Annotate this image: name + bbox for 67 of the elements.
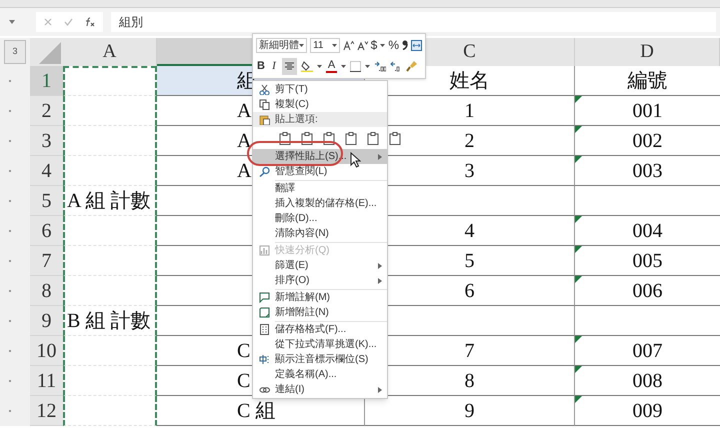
cell-text: 007 xyxy=(632,338,662,364)
align-center-button[interactable] xyxy=(282,58,297,74)
comment-icon xyxy=(258,292,270,303)
menu-item[interactable]: 新增附註(N) xyxy=(253,305,387,320)
format-cells-icon xyxy=(258,324,270,335)
paintbrush-icon xyxy=(406,60,418,72)
column-header[interactable]: D xyxy=(575,38,720,66)
paste-formatting-icon xyxy=(367,132,379,144)
cell-text: 編號 xyxy=(628,68,668,94)
row-header[interactable]: 5 xyxy=(30,186,63,216)
caret-icon xyxy=(380,44,386,46)
caret-icon xyxy=(332,44,337,46)
check-icon xyxy=(64,18,73,26)
align-center-icon xyxy=(285,62,294,70)
percent-button[interactable]: % xyxy=(388,39,399,51)
outline-level-button[interactable]: 3 xyxy=(4,40,26,64)
cell-text: 001 xyxy=(632,98,662,124)
paste-transpose-icon xyxy=(345,132,357,144)
row-header[interactable]: 4 xyxy=(30,156,63,186)
borders-icon xyxy=(350,60,361,72)
increase-decimal-icon xyxy=(374,60,386,72)
cell-text: 008 xyxy=(632,368,662,394)
font-size-dropdown[interactable]: 11 xyxy=(310,38,340,52)
scissors-icon xyxy=(258,84,270,95)
fill-color-icon xyxy=(301,60,313,72)
copy-icon xyxy=(258,99,270,110)
row-header[interactable]: 7 xyxy=(30,246,63,276)
row-header[interactable]: 6 xyxy=(30,216,63,246)
menu-section-label: 貼上選項: xyxy=(275,112,318,127)
cell-text: 006 xyxy=(632,278,662,304)
table-cell: B 組 計數 xyxy=(63,306,157,336)
note-icon xyxy=(258,307,270,318)
row-header[interactable]: 10 xyxy=(30,336,63,366)
row-header[interactable]: 2 xyxy=(30,96,63,126)
caret-icon xyxy=(299,44,304,46)
cell-text: 005 xyxy=(632,248,662,274)
font-name-dropdown[interactable]: 新細明體 xyxy=(256,38,308,52)
merge-cells-icon xyxy=(411,40,422,50)
cell-text: 004 xyxy=(632,218,662,244)
mouse-pointer-icon xyxy=(350,152,361,168)
currency-button[interactable]: $ xyxy=(370,39,378,51)
comma-style-icon xyxy=(402,40,408,50)
phonetic-field-icon xyxy=(258,354,270,365)
search-icon xyxy=(258,166,270,177)
menu-item[interactable]: 儲存格格式(F)... xyxy=(253,322,387,337)
cancel-icon xyxy=(44,18,52,26)
row-header[interactable]: 8 xyxy=(30,276,63,306)
cell-text: 009 xyxy=(632,398,662,424)
column-header[interactable]: A xyxy=(63,38,157,66)
cell-text: 003 xyxy=(632,158,662,184)
increase-font-icon xyxy=(342,40,354,50)
function-icon xyxy=(85,17,95,27)
cell-text: 002 xyxy=(632,128,662,154)
row-header[interactable]: 12 xyxy=(30,396,63,426)
row-header[interactable]: 9 xyxy=(30,306,63,336)
row-header[interactable]: 3 xyxy=(30,126,63,156)
row-header[interactable]: 1 xyxy=(30,66,63,96)
decrease-font-icon xyxy=(356,40,368,50)
table-cell: A 組 計數 xyxy=(63,186,157,216)
decrease-decimal-icon xyxy=(390,60,402,72)
dropdown-caret-icon xyxy=(8,19,16,25)
quick-analysis-icon xyxy=(258,245,270,256)
row-header[interactable]: 11 xyxy=(30,366,63,396)
formula-input-field[interactable]: 組別 xyxy=(111,12,716,32)
clipboard-icon xyxy=(258,114,270,125)
menu-item[interactable]: 插入複製的儲存格(E)... xyxy=(253,196,387,211)
select-all-icon xyxy=(39,42,61,64)
